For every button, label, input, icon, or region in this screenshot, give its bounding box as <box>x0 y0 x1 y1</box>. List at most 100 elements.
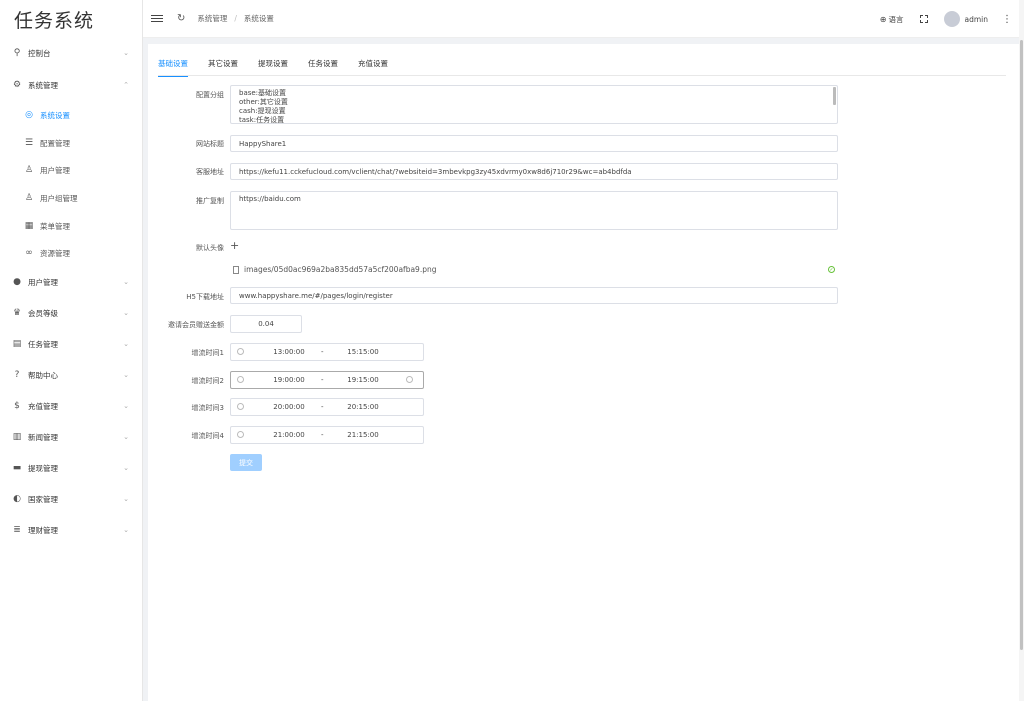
sidebar-item-resources[interactable]: ∞ 资源管理 <box>0 241 143 265</box>
sidebar-item-label: 帮助中心 <box>28 370 58 380</box>
chevron-down-icon: ⌄ <box>123 433 129 441</box>
app-logo: 任务系统 <box>14 9 95 32</box>
fullscreen-icon[interactable] <box>918 14 929 24</box>
sidebar-item-dashboard[interactable]: ⚲ 控制台 ⌄ <box>0 41 143 65</box>
language-switcher[interactable]: ⊕ 语言 <box>880 14 904 25</box>
config-group-textarea[interactable]: base:基础设置 other:其它设置 cash:提现设置 task:任务设置 <box>230 85 838 124</box>
tab-withdraw[interactable]: 提现设置 <box>258 58 288 76</box>
sidebar-item-label: 配置管理 <box>40 138 70 148</box>
h5-download-input[interactable]: www.happyshare.me/#/pages/login/register <box>230 287 838 304</box>
scrollbar-thumb[interactable] <box>1020 40 1023 650</box>
sidebar-item-label: 充值管理 <box>28 401 58 411</box>
chevron-down-icon: ⌄ <box>123 278 129 286</box>
newspaper-icon: ▥ <box>12 432 22 442</box>
slot3-end[interactable]: 20:15:00 <box>343 403 383 411</box>
sidebar-item-label: 国家管理 <box>28 494 58 504</box>
more-vertical-icon[interactable]: ⋮ <box>1002 14 1012 25</box>
default-avatar-label: 默认头像 <box>196 244 224 252</box>
breadcrumb-item[interactable]: 系统管理 <box>197 13 227 24</box>
sidebar-item-member-level[interactable]: ♛ 会员等级 ⌄ <box>0 301 143 325</box>
site-title-input[interactable]: HappyShare1 <box>230 135 838 152</box>
globe-icon: ◐ <box>13 494 21 504</box>
slot4-start[interactable]: 21:00:00 <box>269 431 309 439</box>
sidebar-item-tasks[interactable]: ▤ 任务管理 ⌄ <box>0 332 143 356</box>
range-separator: - <box>321 348 324 356</box>
clock-icon <box>237 403 244 410</box>
sidebar-item-label: 理财管理 <box>28 525 58 535</box>
slot4-end[interactable]: 21:15:00 <box>343 431 383 439</box>
question-icon: ? <box>14 370 20 380</box>
slot1-time-range[interactable]: 13:00:00 - 15:15:00 <box>230 343 424 361</box>
success-check-icon: ✓ <box>828 266 835 273</box>
tab-recharge[interactable]: 充值设置 <box>358 58 388 76</box>
slot2-time-range[interactable]: 19:00:00 - 19:15:00 <box>230 371 424 389</box>
sidebar-item-users[interactable]: ♙ 用户管理 <box>0 158 143 182</box>
sidebar-item-label: 用户组管理 <box>40 193 78 203</box>
sidebar-item-countries[interactable]: ◐ 国家管理 ⌄ <box>0 487 143 511</box>
sidebar-item-label: 系统管理 <box>28 80 58 90</box>
chevron-down-icon: ⌄ <box>123 309 129 317</box>
settings-panel: 基础设置 其它设置 提现设置 任务设置 充值设置 配置分组 base:基础设置 … <box>148 44 1019 701</box>
sidebar-item-label: 任务管理 <box>28 339 58 349</box>
sidebar-item-user-management[interactable]: ● 用户管理 ⌄ <box>0 270 143 294</box>
chevron-down-icon: ⌄ <box>123 495 129 503</box>
avatar[interactable] <box>943 11 960 27</box>
slot2-end[interactable]: 19:15:00 <box>343 376 383 384</box>
tab-other[interactable]: 其它设置 <box>208 58 238 76</box>
invite-bonus-input[interactable]: 0.04 <box>230 315 302 333</box>
sidebar-item-menus[interactable]: ▦ 菜单管理 <box>0 214 143 238</box>
service-url-label: 客服地址 <box>196 168 224 176</box>
settings-tabs: 基础设置 其它设置 提现设置 任务设置 充值设置 <box>158 58 1006 77</box>
upload-plus-icon[interactable]: + <box>230 239 239 252</box>
slot4-label: 增流时间4 <box>191 432 224 440</box>
clear-icon[interactable] <box>406 376 413 383</box>
clipboard-icon: ▤ <box>12 339 22 349</box>
sidebar-item-news[interactable]: ▥ 新闻管理 ⌄ <box>0 425 143 449</box>
uploaded-file[interactable]: images/05d0ac969a2ba835dd57a5cf200afba9.… <box>233 265 436 274</box>
sidebar-item-label: 菜单管理 <box>40 221 70 231</box>
textarea-scrollbar[interactable] <box>833 87 836 105</box>
tab-basic[interactable]: 基础设置 <box>158 58 188 77</box>
submit-button[interactable]: 提交 <box>230 454 262 471</box>
sidebar-item-recharge[interactable]: $ 充值管理 ⌄ <box>0 394 143 418</box>
wallet-icon: ▬ <box>12 463 22 473</box>
sidebar-item-label: 资源管理 <box>40 248 70 258</box>
slot3-time-range[interactable]: 20:00:00 - 20:15:00 <box>230 398 424 416</box>
sidebar-item-config[interactable]: ☰ 配置管理 <box>0 131 143 155</box>
slot1-end[interactable]: 15:15:00 <box>343 348 383 356</box>
h5-download-label: H5下载地址 <box>186 293 224 301</box>
users-outline-icon: ♙ <box>24 193 34 203</box>
menu-toggle-icon[interactable] <box>151 14 163 23</box>
breadcrumb-separator: / <box>234 14 237 23</box>
clock-icon <box>237 348 244 355</box>
slot2-start[interactable]: 19:00:00 <box>269 376 309 384</box>
username[interactable]: admin <box>965 15 989 24</box>
slot3-label: 增流时间3 <box>191 404 224 412</box>
sidebar-item-help[interactable]: ? 帮助中心 ⌄ <box>0 363 143 387</box>
sidebar-item-withdraw[interactable]: ▬ 提现管理 ⌄ <box>0 456 143 480</box>
sidebar-item-system[interactable]: ⚙ 系统管理 ⌃ <box>0 73 143 97</box>
globe-icon: ⊕ <box>879 14 887 24</box>
chevron-down-icon: ⌄ <box>123 371 129 379</box>
sidebar-item-user-groups[interactable]: ♙ 用户组管理 <box>0 186 143 210</box>
breadcrumb: 系统管理 / 系统设置 <box>197 13 274 24</box>
slot4-time-range[interactable]: 21:00:00 - 21:15:00 <box>230 426 424 444</box>
gear-icon: ⚙ <box>12 80 22 90</box>
tab-task[interactable]: 任务设置 <box>308 58 338 76</box>
chevron-up-icon: ⌃ <box>123 81 129 89</box>
refresh-icon[interactable]: ↻ <box>177 13 185 24</box>
promo-copy-textarea[interactable]: https://baidu.com <box>230 191 838 230</box>
top-header: ↻ 系统管理 / 系统设置 ⊕ 语言 admin ⋮ <box>143 0 1024 38</box>
service-url-input[interactable]: https://kefu11.cckefucloud.com/vclient/c… <box>230 163 838 180</box>
sidebar-item-label: 控制台 <box>28 48 51 58</box>
clock-icon <box>237 431 244 438</box>
sidebar-item-system-settings[interactable]: ◎ 系统设置 <box>0 103 143 127</box>
file-icon <box>233 265 239 274</box>
slot1-start[interactable]: 13:00:00 <box>269 348 309 356</box>
slot3-start[interactable]: 20:00:00 <box>269 403 309 411</box>
page-scrollbar[interactable] <box>1019 0 1024 701</box>
range-separator: - <box>321 376 324 384</box>
sidebar-item-finance[interactable]: ≣ 理财管理 ⌄ <box>0 518 143 542</box>
chevron-down-icon: ⌄ <box>123 526 129 534</box>
sidebar-item-label: 新闻管理 <box>28 432 58 442</box>
